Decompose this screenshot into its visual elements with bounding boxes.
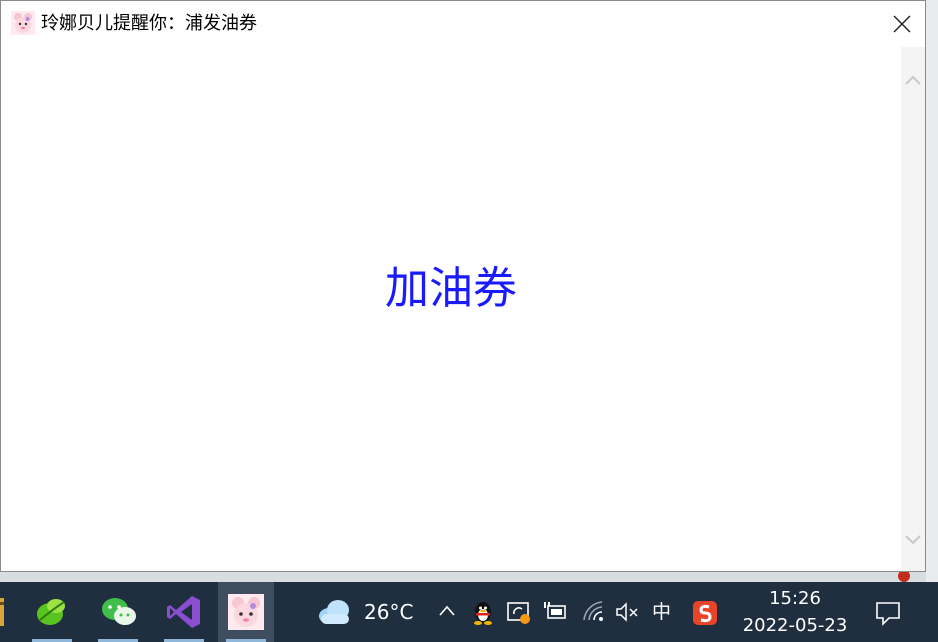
close-button[interactable] bbox=[879, 7, 925, 41]
ime-indicator[interactable]: 中 bbox=[652, 599, 671, 625]
taskbar-app-visual-studio[interactable] bbox=[156, 582, 212, 642]
chevron-up-icon[interactable] bbox=[438, 604, 456, 618]
green-leaf-icon bbox=[37, 599, 65, 625]
close-icon bbox=[893, 15, 911, 33]
vertical-scrollbar[interactable] bbox=[901, 47, 925, 571]
scroll-up-button[interactable] bbox=[905, 71, 921, 90]
action-center-icon[interactable] bbox=[874, 599, 902, 627]
reminder-window: 玲娜贝儿提醒你：浦发油券 加油券 bbox=[0, 0, 926, 572]
qq-penguin-icon[interactable] bbox=[472, 600, 494, 626]
title-bar[interactable]: 玲娜贝儿提醒你：浦发油券 bbox=[1, 1, 925, 47]
visual-studio-icon bbox=[167, 596, 200, 628]
chevron-down-icon bbox=[905, 535, 921, 545]
wifi-icon[interactable] bbox=[582, 600, 606, 624]
chevron-up-icon bbox=[905, 75, 921, 85]
taskbar-app-leaf[interactable] bbox=[24, 582, 80, 642]
cloud-icon[interactable] bbox=[316, 598, 352, 626]
wechat-icon bbox=[102, 598, 136, 625]
scroll-down-button[interactable] bbox=[905, 531, 921, 550]
message-area: 加油券 bbox=[1, 47, 901, 571]
battery-plug-icon[interactable] bbox=[542, 600, 568, 624]
volume-muted-icon[interactable] bbox=[614, 600, 640, 624]
clock-date[interactable]: 2022-05-23 bbox=[742, 614, 848, 638]
taskbar-app-linabell[interactable] bbox=[218, 582, 274, 642]
reminder-message: 加油券 bbox=[385, 263, 517, 314]
window-title: 玲娜贝儿提醒你：浦发油券 bbox=[41, 13, 257, 34]
partial-app-icon bbox=[0, 598, 4, 626]
taskbar-app-partial[interactable] bbox=[0, 582, 16, 642]
linabell-icon bbox=[11, 11, 35, 35]
clock-time[interactable]: 15:26 bbox=[742, 587, 848, 611]
sync-status-icon[interactable] bbox=[506, 600, 532, 626]
taskbar-app-wechat[interactable] bbox=[90, 582, 146, 642]
sogou-s-icon[interactable] bbox=[692, 600, 718, 626]
desktop-right-edge bbox=[926, 0, 938, 582]
weather-temperature[interactable]: 26°C bbox=[364, 598, 413, 626]
linabell-icon bbox=[228, 594, 264, 630]
